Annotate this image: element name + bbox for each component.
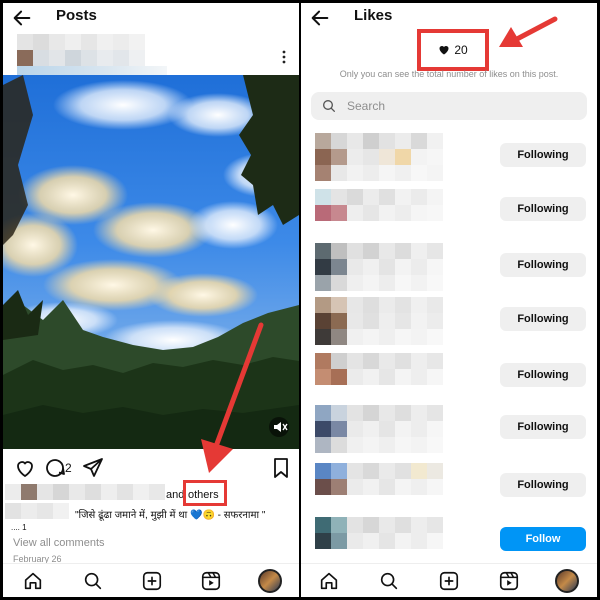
like-row[interactable]: Following [301,241,597,295]
follow-toggle-button[interactable]: Following [500,143,586,167]
like-row[interactable]: Following [301,131,597,185]
heart-icon[interactable] [13,456,37,480]
screenshot-frame: Posts 2 and others "जिसे ढूंढा जमाने में… [0,0,600,600]
like-row[interactable]: Following [301,403,597,457]
follow-toggle-button[interactable]: Following [500,415,586,439]
like-row[interactable]: Following [301,185,597,239]
annotation-arrow [201,322,264,473]
post-caption: "जिसे ढूंढा जमाने में, मुझी में था 💙🙃 - … [75,510,266,521]
like-row[interactable]: Following [301,295,597,349]
view-all-comments[interactable]: View all comments [13,537,105,549]
more-options-icon[interactable] [281,49,287,65]
create-icon[interactable] [438,570,460,592]
annotation-arrow [499,16,558,47]
like-row[interactable]: Following [301,351,597,405]
home-icon[interactable] [318,570,340,592]
like-row[interactable]: Follow [301,515,597,569]
search-placeholder: Search [347,99,386,113]
follow-toggle-button[interactable]: Following [500,253,586,277]
comment-count: 2 [65,461,72,475]
posts-screen: Posts 2 and others "जिसे ढूंढा जमाने में… [3,3,299,597]
posts-header: Posts [3,3,299,33]
page-title: Posts [56,7,97,24]
likes-count-highlight: 20 [417,29,489,71]
reels-icon[interactable] [200,570,222,592]
caption-author-blurred [5,503,69,519]
follow-button[interactable]: Follow [500,527,586,551]
reels-icon[interactable] [498,570,520,592]
search-icon [323,100,335,112]
search-icon[interactable] [378,570,400,592]
follow-toggle-button[interactable]: Following [500,307,586,331]
page-title: Likes [354,7,393,24]
caption-more[interactable]: .... 1 [11,523,27,532]
likes-count: 20 [454,43,468,57]
back-arrow-icon[interactable] [309,7,331,29]
likes-privacy-note: Only you can see the total number of lik… [339,69,559,79]
follow-toggle-button[interactable]: Following [500,363,586,387]
likes-screen: Likes 20 Only you can see the total numb… [301,3,597,597]
bottom-nav [3,563,299,597]
comment-icon[interactable] [43,456,67,480]
like-row[interactable]: Following [301,461,597,515]
follow-toggle-button[interactable]: Following [500,473,586,497]
bottom-nav [301,563,597,597]
others-highlight-box [183,480,227,506]
search-icon[interactable] [82,570,104,592]
back-arrow-icon[interactable] [11,7,33,29]
likes-and-text: and [166,489,185,501]
follow-toggle-button[interactable]: Following [500,197,586,221]
share-icon[interactable] [81,456,105,480]
home-icon[interactable] [22,570,44,592]
profile-avatar[interactable] [555,569,579,593]
heart-filled-icon [439,46,449,55]
profile-avatar[interactable] [258,569,282,593]
create-icon[interactable] [141,570,163,592]
likes-search-bar[interactable]: Search [311,92,587,120]
